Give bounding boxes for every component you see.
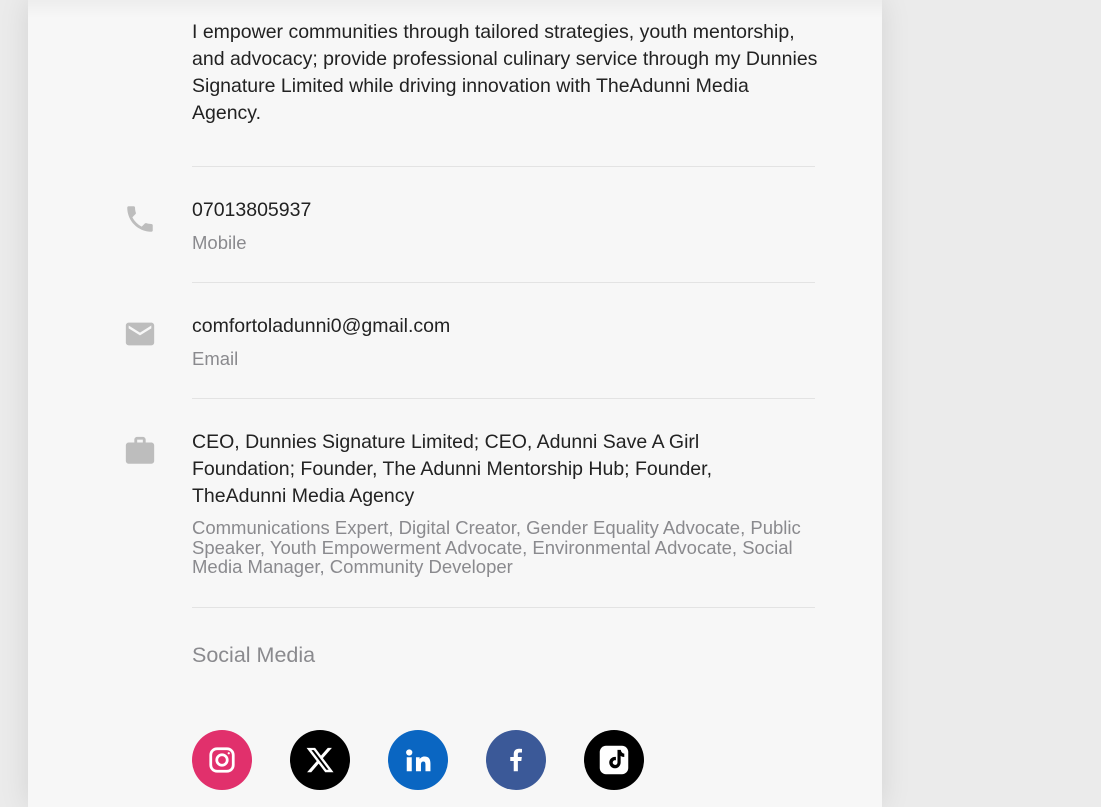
instagram-icon [209, 747, 235, 773]
email-type-label: Email [192, 348, 239, 369]
briefcase-icon [123, 434, 157, 468]
instagram-button[interactable] [192, 730, 252, 790]
linkedin-icon [406, 749, 431, 772]
divider [192, 166, 815, 167]
profile-card: I empower communities through tailored s… [28, 0, 882, 807]
tiktok-icon [599, 745, 629, 775]
divider [192, 398, 815, 399]
mail-icon [123, 317, 157, 351]
job-roles: Communications Expert, Digital Creator, … [192, 517, 801, 577]
facebook-button[interactable] [486, 730, 546, 790]
bio-text: I empower communities through tailored s… [192, 21, 818, 124]
facebook-icon [510, 748, 522, 772]
x-button[interactable] [290, 730, 350, 790]
divider [192, 607, 815, 608]
job-title: CEO, Dunnies Signature Limited; CEO, Adu… [192, 431, 712, 507]
phone-type-label: Mobile [192, 232, 247, 253]
phone-icon [123, 202, 157, 236]
x-icon [306, 747, 334, 773]
tiktok-button[interactable] [584, 730, 644, 790]
social-links [192, 730, 644, 790]
linkedin-button[interactable] [388, 730, 448, 790]
divider [192, 282, 815, 283]
social-media-heading: Social Media [192, 643, 316, 667]
email-link[interactable]: comfortoladunni0@gmail.com [192, 315, 450, 338]
phone-number-link[interactable]: 07013805937 [192, 199, 311, 222]
header-shadow [28, 0, 882, 18]
